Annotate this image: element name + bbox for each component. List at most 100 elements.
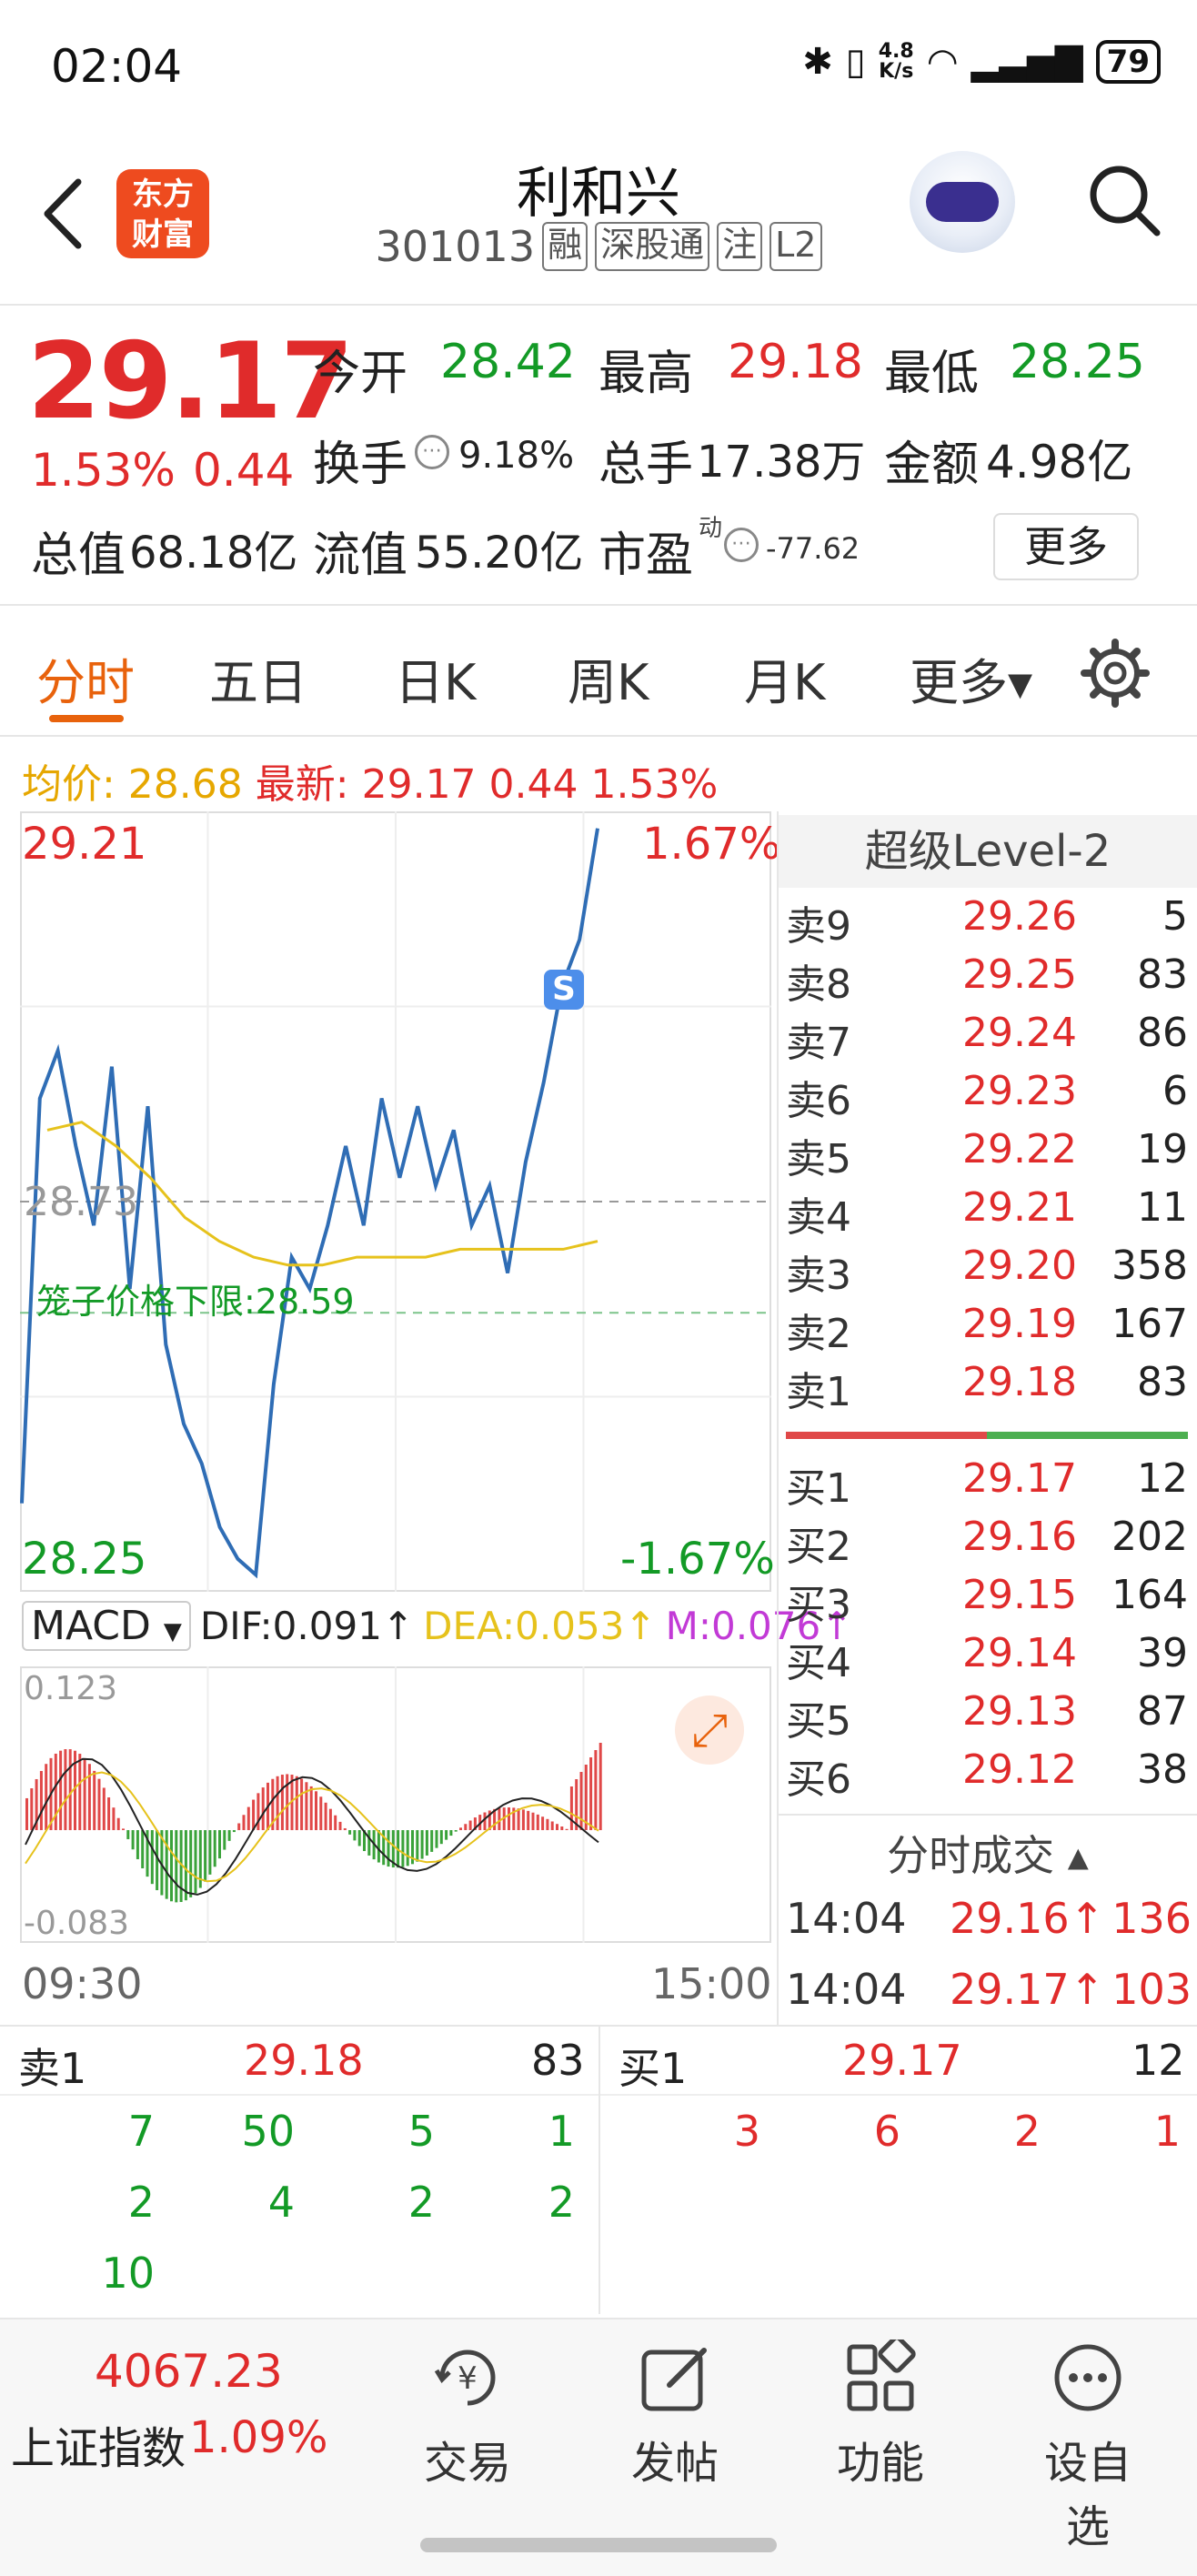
ticks-title[interactable]: 分时成交 ▴	[779, 1823, 1197, 1883]
index-value[interactable]: 4067.23	[95, 2345, 283, 2398]
time-end: 15:00	[651, 1959, 772, 2008]
tag-registration: 注	[717, 222, 763, 271]
ask-row[interactable]: 卖5 29.22 19	[786, 1126, 1188, 1184]
info-icon[interactable]: ⋯	[415, 435, 449, 469]
macd-histogram-bar	[242, 1815, 246, 1830]
level2-title[interactable]: 超级Level-2	[779, 815, 1197, 888]
macd-axis-low: -0.083	[24, 1905, 130, 1942]
home-indicator[interactable]	[420, 2538, 777, 2552]
macd-histogram-bar	[232, 1830, 236, 1833]
tick-row[interactable]: 14:04 29.17↑ 103	[786, 1965, 1192, 2014]
macd-histogram-bar	[565, 1828, 568, 1830]
tab-daily-k[interactable]: 日K	[395, 642, 476, 714]
post-edit-icon	[641, 2348, 707, 2411]
queue-sell-order: 5	[407, 2107, 435, 2156]
ask-price: 29.26	[962, 893, 1077, 940]
amount-label: 金额	[884, 438, 980, 492]
macd-histogram-bar	[83, 1757, 86, 1830]
queue-sell-order: 1	[548, 2107, 575, 2156]
turnover-label: 换手	[313, 438, 408, 492]
macd-histogram-bar	[401, 1830, 405, 1867]
macd-histogram-bar	[126, 1830, 130, 1839]
bluetooth-icon: ✱	[802, 41, 833, 83]
macd-histogram-bar	[584, 1765, 588, 1830]
pe-info-icon[interactable]: ⋯	[724, 528, 759, 562]
axis-pct-high: 1.67%	[642, 819, 781, 870]
queue-sell-order: 7	[127, 2107, 155, 2156]
macd-histogram-bar	[517, 1808, 520, 1830]
bid-row[interactable]: 买2 29.16 202	[786, 1514, 1188, 1572]
ask-row[interactable]: 卖9 29.26 5	[786, 893, 1188, 951]
nav-functions[interactable]: 功能	[817, 2335, 944, 2490]
float-label: 流值	[313, 528, 408, 583]
tick-row[interactable]: 14:04 29.16↑ 136	[786, 1894, 1192, 1943]
more-button[interactable]: 更多	[993, 513, 1139, 580]
bid-row[interactable]: 买5 29.13 87	[786, 1688, 1188, 1746]
axis-price-high: 29.21	[22, 819, 147, 870]
time-start: 09:30	[22, 1959, 143, 2008]
signal-icon: ▂▃▅▇	[971, 41, 1083, 83]
macd-axis-high: 0.123	[24, 1670, 118, 1707]
ask-row[interactable]: 卖1 29.18 83	[786, 1359, 1188, 1417]
nav-trade[interactable]: ¥ 交易	[404, 2340, 531, 2490]
tag-connect: 深股通	[595, 222, 710, 271]
ask-row[interactable]: 卖7 29.24 86	[786, 1010, 1188, 1068]
macd-histogram-bar	[184, 1830, 187, 1901]
bid-volume: 164	[1112, 1572, 1188, 1618]
ask-row[interactable]: 卖6 29.23 6	[786, 1068, 1188, 1126]
bid-row[interactable]: 买3 29.15 164	[786, 1572, 1188, 1630]
search-icon[interactable]	[1084, 160, 1166, 242]
expand-icon[interactable]: ⤢	[675, 1696, 744, 1765]
tab-more[interactable]: 更多▾	[910, 642, 1032, 714]
macd-histogram-bar	[546, 1818, 549, 1830]
queue-sell-order: 2	[127, 2178, 155, 2227]
nav-post[interactable]: 发帖	[611, 2340, 739, 2490]
sell-signal-marker[interactable]: S	[544, 970, 584, 1010]
macd-histogram-bar	[223, 1830, 226, 1850]
functions-grid-icon	[847, 2335, 916, 2411]
ask-volume: 358	[1112, 1243, 1188, 1289]
bid-row[interactable]: 买1 29.17 12	[786, 1455, 1188, 1514]
latest-price-label: 最新: 29.17 0.44 1.53%	[255, 761, 719, 808]
ask-row[interactable]: 卖4 29.21 11	[786, 1184, 1188, 1243]
tab-five-day[interactable]: 五日	[209, 642, 307, 714]
bid-row[interactable]: 买6 29.12 38	[786, 1746, 1188, 1805]
macd-histogram-bar	[150, 1830, 154, 1885]
cage-price-label: 笼子价格下限:28.59	[36, 1282, 355, 1322]
macd-histogram-bar	[531, 1812, 535, 1830]
ask-row[interactable]: 卖3 29.20 358	[786, 1243, 1188, 1301]
macd-histogram-bar	[324, 1802, 327, 1830]
tab-weekly-k[interactable]: 周K	[568, 642, 649, 714]
ask-row[interactable]: 卖8 29.25 83	[786, 951, 1188, 1010]
macd-histogram-bar	[54, 1753, 57, 1830]
macd-histogram-bar	[468, 1820, 472, 1830]
tick-time: 14:04	[786, 1965, 907, 2014]
queue-buy-order: 1	[1153, 2107, 1181, 2156]
nav-trade-label: 交易	[423, 2438, 511, 2489]
indicator-select[interactable]: MACD ▼	[22, 1601, 191, 1651]
avg-price-label: 均价: 28.68	[22, 761, 243, 808]
tab-monthly-k[interactable]: 月K	[744, 642, 825, 714]
float-value: 55.20亿	[415, 528, 584, 579]
macd-histogram-bar	[194, 1830, 197, 1894]
macd-histogram-bar	[348, 1830, 352, 1835]
macd-histogram-bar	[295, 1776, 298, 1830]
tab-intraday[interactable]: 分时	[36, 642, 135, 714]
axis-price-mid: 28.73	[24, 1179, 138, 1225]
bid-volume: 12	[1137, 1455, 1188, 1502]
ask-volume: 19	[1137, 1126, 1188, 1172]
nav-watchlist[interactable]: 设自选	[1024, 2340, 1152, 2554]
index-name[interactable]: 上证指数	[11, 2412, 186, 2476]
vibrate-icon: ▯	[845, 41, 866, 83]
macd-chart[interactable]	[20, 1666, 771, 1943]
quote-divider	[0, 604, 1197, 606]
bid-row[interactable]: 买4 29.14 39	[786, 1630, 1188, 1688]
ask-row[interactable]: 卖2 29.19 167	[786, 1301, 1188, 1359]
macd-histogram-bar	[204, 1830, 207, 1882]
macd-histogram-bar	[64, 1749, 67, 1830]
tick-price: 29.17↑	[950, 1965, 1105, 2014]
ask-label: 卖6	[786, 1078, 851, 1124]
axis-price-low: 28.25	[22, 1534, 147, 1585]
ask-volume: 11	[1137, 1184, 1188, 1231]
settings-gear-icon[interactable]	[1079, 637, 1152, 709]
